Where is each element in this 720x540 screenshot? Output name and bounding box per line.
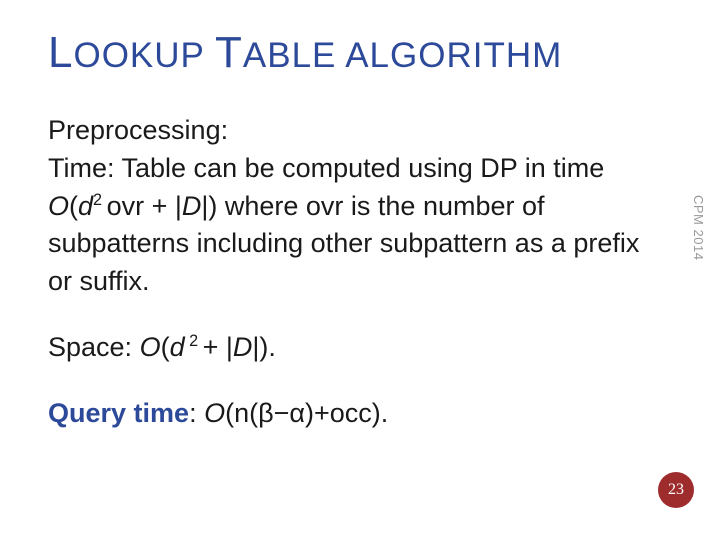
title-rest-2: ABLE [243, 36, 337, 75]
title-word-3: ALGORITHM [345, 36, 562, 75]
query-alpha: α [289, 398, 305, 428]
preprocessing-label: Preprocessing: [48, 115, 228, 145]
slide-title: LOOKUP TABLE ALGORITHM [48, 28, 662, 78]
space-d: d [170, 332, 185, 362]
title-cap-2: T [215, 28, 243, 77]
title-rest-1: OOKUP [73, 36, 204, 75]
space-D: D [233, 332, 253, 362]
query-O: O [204, 398, 225, 428]
query-beta: β [258, 398, 274, 428]
time-O: O [48, 191, 69, 221]
query-minus: − [274, 398, 290, 428]
paragraph-query-time: Query time: O(n(β−α)+occ). [48, 395, 648, 433]
query-colon: : [189, 398, 204, 428]
time-D: D [182, 191, 202, 221]
query-rest: )+occ). [305, 398, 388, 428]
space-b: |). [252, 332, 276, 362]
time-text-a: Time: Table can be computed using DP in … [48, 153, 604, 183]
paragraph-preprocessing: Preprocessing: Time: Table can be comput… [48, 112, 648, 301]
space-O: O [140, 332, 161, 362]
paragraph-space: Space: O(d 2 + |D|). [48, 329, 648, 367]
page-number-badge: 23 [658, 472, 694, 508]
space-sup: 2 [185, 332, 203, 350]
time-sup: 2 [93, 191, 107, 209]
time-d: d [78, 191, 93, 221]
space-a: Space: [48, 332, 140, 362]
time-paren1: ( [69, 191, 78, 221]
title-cap-1: L [48, 28, 73, 77]
space-paren1: ( [161, 332, 170, 362]
query-time-label: Query time [48, 398, 189, 428]
slide: LOOKUP TABLE ALGORITHM Preprocessing: Ti… [0, 0, 720, 540]
time-mid: ovr + | [107, 191, 182, 221]
query-paren: (n( [225, 398, 258, 428]
side-label: CPM 2014 [691, 195, 706, 260]
space-mid: + | [203, 332, 233, 362]
page-number: 23 [668, 481, 684, 499]
